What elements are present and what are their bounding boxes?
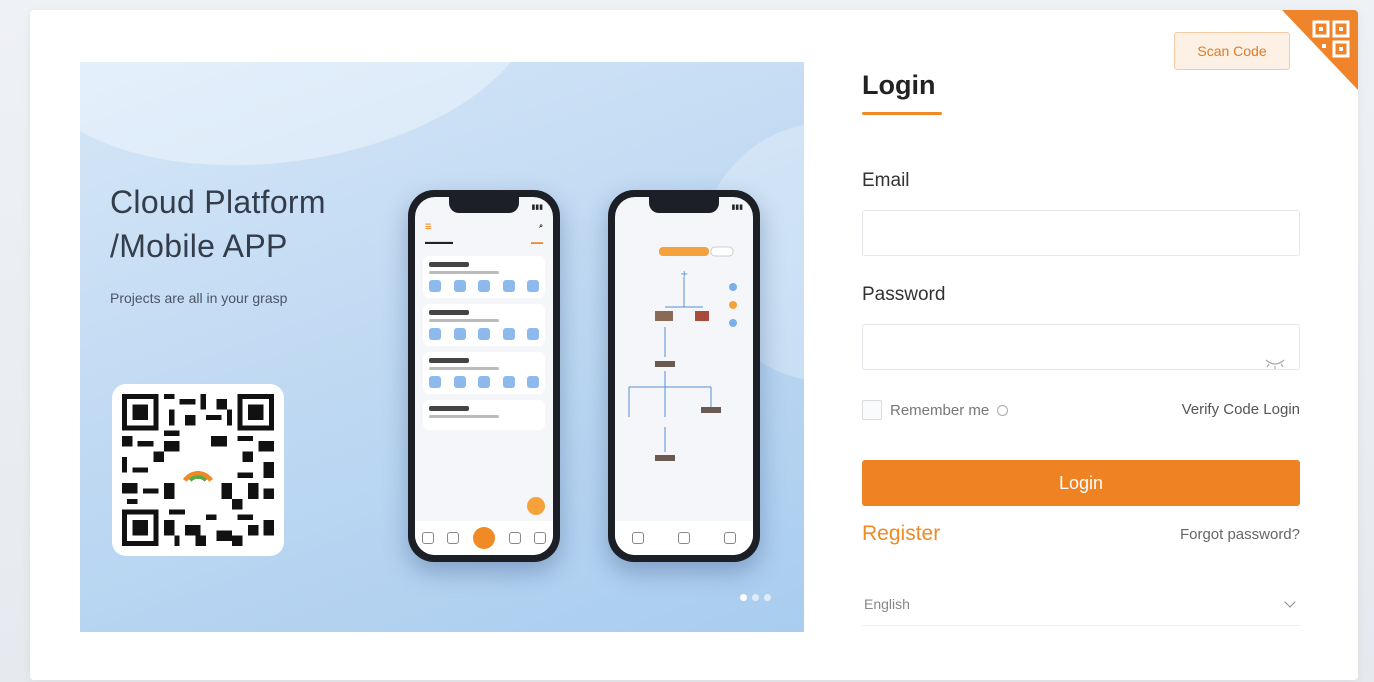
remember-me[interactable]: Remember me [862,400,1009,420]
login-page: Cloud Platform /Mobile APP Projects are … [0,0,1374,682]
banner-heading-line-2: /Mobile APP [110,228,288,264]
phone-screen: ▮▮▮ ☰ ⌕ ▬▬▬▬ ▬▬ [415,197,553,555]
carousel-dot[interactable] [764,594,771,601]
banner-heading: Cloud Platform /Mobile APP [110,180,326,268]
banner-subtitle: Projects are all in your grasp [110,290,288,306]
topology-diagram: + [628,246,737,461]
banner-decoration [80,62,557,197]
email-input[interactable] [862,210,1300,256]
remember-me-label: Remember me [890,401,990,419]
app-download-qr [112,384,284,556]
phone-mockup-topology: ▮▮▮ + [608,190,760,562]
carousel-dots [740,594,771,601]
promo-banner: Cloud Platform /Mobile APP Projects are … [80,62,804,632]
chevron-down-icon [1284,595,1296,608]
language-select-value: English [864,595,910,612]
login-button[interactable]: Login [862,460,1300,506]
login-title-underline [862,112,942,115]
info-icon[interactable] [997,404,1009,416]
password-input[interactable] [862,324,1300,370]
carousel-dot[interactable] [752,594,759,601]
remember-me-checkbox[interactable] [862,400,882,420]
forgot-password-link[interactable]: Forgot password? [1180,526,1300,543]
register-link[interactable]: Register [862,522,940,546]
login-title: Login [862,70,936,100]
password-label: Password [862,284,946,305]
login-card: Cloud Platform /Mobile APP Projects are … [30,10,1358,680]
phone-screen: ▮▮▮ + [615,197,753,555]
scan-code-button[interactable]: Scan Code [1174,32,1290,70]
svg-text:+: + [680,269,688,280]
banner-heading-line-1: Cloud Platform [110,184,326,220]
verify-code-login-link[interactable]: Verify Code Login [1182,401,1300,418]
phone-mockup-projects: ▮▮▮ ☰ ⌕ ▬▬▬▬ ▬▬ [408,190,560,562]
email-label: Email [862,170,910,191]
login-form: Login Email Password Remember me Verify … [862,10,1302,680]
qr-code-icon [122,394,274,546]
qr-corner-icon[interactable] [1282,10,1358,90]
language-select[interactable]: English [862,582,1300,626]
eye-hidden-icon[interactable] [1264,356,1286,370]
carousel-dot[interactable] [740,594,747,601]
